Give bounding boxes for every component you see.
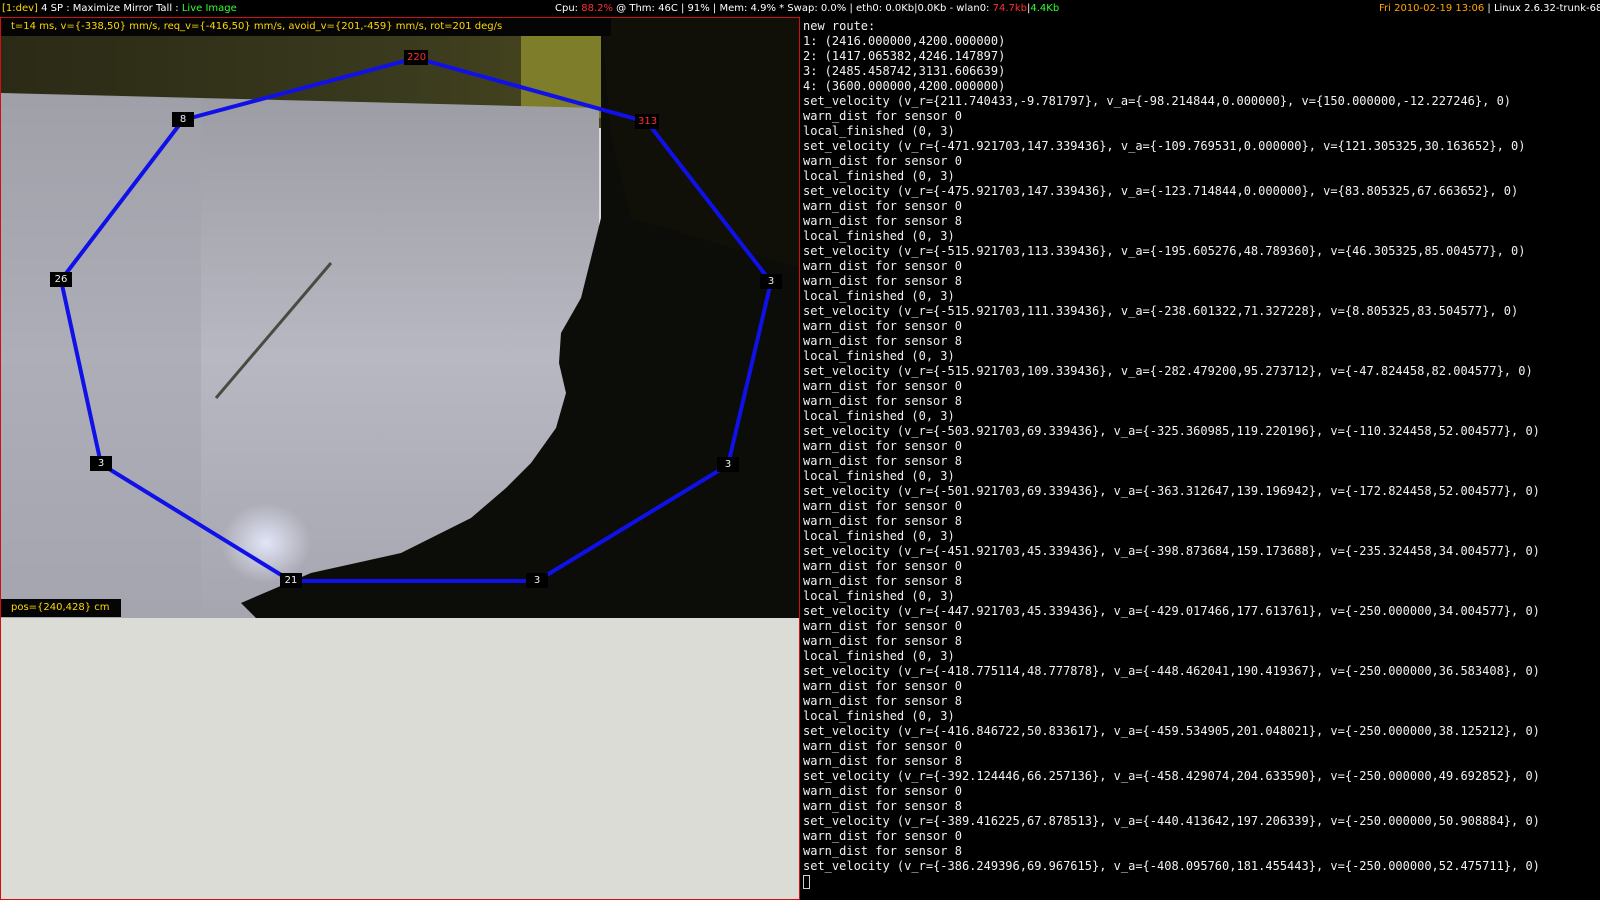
terminal-line: local_finished (0, 3) bbox=[803, 229, 955, 243]
terminal-line: local_finished (0, 3) bbox=[803, 649, 955, 663]
terminal-line: 2: (1417.065382,4246.147897) bbox=[803, 49, 1006, 63]
terminal-line: warn_dist for sensor 8 bbox=[803, 844, 962, 858]
terminal-line: set_velocity (v_r={-447.921703,45.339436… bbox=[803, 604, 1540, 618]
terminal-line: warn_dist for sensor 8 bbox=[803, 514, 962, 528]
terminal-line: set_velocity (v_r={-515.921703,109.33943… bbox=[803, 364, 1533, 378]
terminal-line: warn_dist for sensor 0 bbox=[803, 154, 962, 168]
terminal-line: warn_dist for sensor 8 bbox=[803, 214, 962, 228]
terminal-line: local_finished (0, 3) bbox=[803, 409, 955, 423]
terminal-line: warn_dist for sensor 0 bbox=[803, 559, 962, 573]
terminal-line: set_velocity (v_r={-451.921703,45.339436… bbox=[803, 544, 1540, 558]
terminal-line: warn_dist for sensor 0 bbox=[803, 259, 962, 273]
terminal-line: set_velocity (v_r={-418.775114,48.777878… bbox=[803, 664, 1540, 678]
terminal-line: warn_dist for sensor 8 bbox=[803, 394, 962, 408]
terminal-line: set_velocity (v_r={-501.921703,69.339436… bbox=[803, 484, 1540, 498]
terminal-line: local_finished (0, 3) bbox=[803, 349, 955, 363]
cpu-label: Cpu: bbox=[555, 3, 582, 14]
terminal-line: warn_dist for sensor 8 bbox=[803, 574, 962, 588]
terminal-line: warn_dist for sensor 0 bbox=[803, 499, 962, 513]
terminal-line: set_velocity (v_r={-389.416225,67.878513… bbox=[803, 814, 1540, 828]
terminal-line: warn_dist for sensor 8 bbox=[803, 334, 962, 348]
light-glare bbox=[221, 503, 311, 583]
datetime: Fri 2010-02-19 13:06 bbox=[1379, 3, 1485, 14]
terminal-line: set_velocity (v_r={211.740433,-9.781797}… bbox=[803, 94, 1512, 108]
terminal-line: warn_dist for sensor 0 bbox=[803, 319, 962, 333]
terminal-line: set_velocity (v_r={-503.921703,69.339436… bbox=[803, 424, 1540, 438]
sensor-distance-label: 313 bbox=[635, 114, 659, 129]
empty-canvas bbox=[1, 618, 799, 899]
sensor-distance-label: 21 bbox=[280, 573, 302, 588]
terminal-line: warn_dist for sensor 0 bbox=[803, 679, 962, 693]
sensor-distance-label: 220 bbox=[404, 50, 428, 65]
terminal-line: warn_dist for sensor 0 bbox=[803, 829, 962, 843]
terminal-line: local_finished (0, 3) bbox=[803, 709, 955, 723]
sys-info: @ Thm: 46C | 91% | Mem: 4.9% * Swap: 0.0… bbox=[613, 3, 993, 14]
terminal-line: set_velocity (v_r={-386.249396,69.967615… bbox=[803, 859, 1540, 873]
wlan-rx: 74.7kb bbox=[992, 3, 1028, 14]
system-monitor: Cpu: 88.2% @ Thm: 46C | 91% | Mem: 4.9% … bbox=[555, 0, 1059, 17]
status-right: Fri 2010-02-19 13:06 | Linux 2.6.32-trun… bbox=[1379, 0, 1600, 17]
terminal-line: warn_dist for sensor 0 bbox=[803, 739, 962, 753]
workspace-indicator[interactable]: [1:dev] bbox=[2, 3, 38, 14]
wlan-tx: 4.4Kb bbox=[1030, 3, 1060, 14]
terminal-line: local_finished (0, 3) bbox=[803, 469, 955, 483]
terminal-prompt-line bbox=[803, 874, 1600, 889]
terminal-line: 3: (2485.458742,3131.606639) bbox=[803, 64, 1006, 78]
terminal-line: warn_dist for sensor 8 bbox=[803, 274, 962, 288]
terminal-line: new route: bbox=[803, 19, 876, 33]
velocity-hud: t=14 ms, v={-338,50} mm/s, req_v={-416,5… bbox=[1, 18, 611, 36]
terminal-line: warn_dist for sensor 0 bbox=[803, 439, 962, 453]
terminal-line: local_finished (0, 3) bbox=[803, 289, 955, 303]
terminal-line: warn_dist for sensor 8 bbox=[803, 799, 962, 813]
terminal-line: local_finished (0, 3) bbox=[803, 124, 955, 138]
terminal-line: 4: (3600.000000,4200.000000) bbox=[803, 79, 1006, 93]
terminal-line: set_velocity (v_r={-471.921703,147.33943… bbox=[803, 139, 1526, 153]
sensor-distance-label: 3 bbox=[760, 274, 782, 289]
sensor-distance-label: 3 bbox=[526, 573, 548, 588]
terminal-line: set_velocity (v_r={-416.846722,50.833617… bbox=[803, 724, 1540, 738]
camera-view: t=14 ms, v={-338,50} mm/s, req_v={-416,5… bbox=[1, 18, 799, 618]
sensor-distance-label: 26 bbox=[50, 272, 72, 287]
terminal-line: warn_dist for sensor 0 bbox=[803, 379, 962, 393]
sensor-distance-label: 3 bbox=[90, 456, 112, 471]
sensor-distance-label: 8 bbox=[172, 112, 194, 127]
terminal-line: 1: (2416.000000,4200.000000) bbox=[803, 34, 1006, 48]
terminal-line: warn_dist for sensor 8 bbox=[803, 754, 962, 768]
terminal-line: set_velocity (v_r={-515.921703,113.33943… bbox=[803, 244, 1526, 258]
position-readout: pos={240,428} cm bbox=[1, 599, 121, 617]
terminal-line: warn_dist for sensor 0 bbox=[803, 109, 962, 123]
terminal-line: warn_dist for sensor 8 bbox=[803, 634, 962, 648]
sensor-distance-label: 3 bbox=[717, 457, 739, 472]
terminal-line: set_velocity (v_r={-475.921703,147.33943… bbox=[803, 184, 1519, 198]
terminal-line: set_velocity (v_r={-515.921703,111.33943… bbox=[803, 304, 1519, 318]
terminal-line: warn_dist for sensor 8 bbox=[803, 454, 962, 468]
terminal-line: set_velocity (v_r={-392.124446,66.257136… bbox=[803, 769, 1540, 783]
terminal-window[interactable]: new route: 1: (2416.000000,4200.000000) 2:… bbox=[800, 17, 1600, 900]
terminal-cursor[interactable] bbox=[803, 874, 810, 889]
terminal-line: warn_dist for sensor 0 bbox=[803, 619, 962, 633]
terminal-line: local_finished (0, 3) bbox=[803, 169, 955, 183]
terminal-line: warn_dist for sensor 8 bbox=[803, 694, 962, 708]
terminal-output: new route: 1: (2416.000000,4200.000000) 2:… bbox=[803, 19, 1600, 874]
terminal-line: warn_dist for sensor 0 bbox=[803, 784, 962, 798]
floor-shade bbox=[1, 93, 201, 618]
terminal-line: warn_dist for sensor 0 bbox=[803, 199, 962, 213]
window-title: Live Image bbox=[181, 3, 237, 14]
layout-info: 4 SP : Maximize Mirror Tall : bbox=[37, 3, 182, 14]
terminal-line: local_finished (0, 3) bbox=[803, 589, 955, 603]
status-left: [1:dev] 4 SP : Maximize Mirror Tall : Li… bbox=[2, 0, 237, 17]
cpu-value: 88.2% bbox=[581, 3, 613, 14]
kernel-version: | Linux 2.6.32-trunk-686 bbox=[1484, 3, 1600, 14]
terminal-line: local_finished (0, 3) bbox=[803, 529, 955, 543]
live-image-window[interactable]: t=14 ms, v={-338,50} mm/s, req_v={-416,5… bbox=[0, 17, 800, 900]
status-bar: [1:dev] 4 SP : Maximize Mirror Tall : Li… bbox=[0, 0, 1600, 17]
camera-image bbox=[1, 18, 799, 618]
